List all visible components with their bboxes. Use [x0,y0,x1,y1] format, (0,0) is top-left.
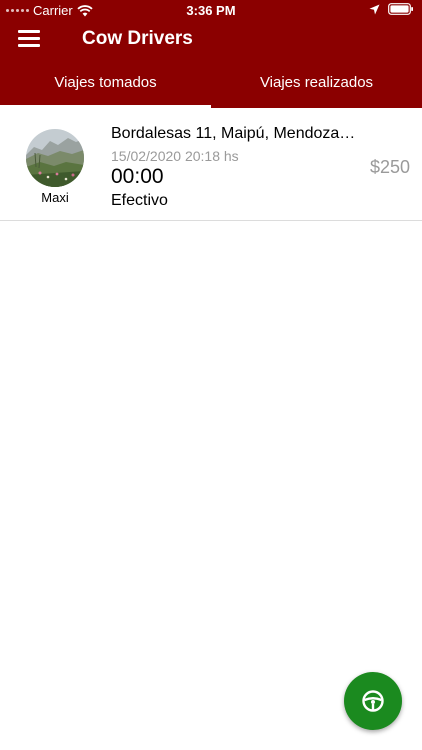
trip-payment-method: Efectivo [111,192,168,209]
app-title: Cow Drivers [82,28,193,49]
toolbar: Cow Drivers [0,22,422,58]
tab-viajes-realizados[interactable]: Viajes realizados [211,62,422,108]
trip-price: $250 [369,157,410,177]
app-header: Carrier 3:36 PM Cow Drivers Viajes tomad… [0,0,422,108]
location-arrow-icon [369,4,380,14]
driver-avatar [26,129,84,187]
status-right [369,3,414,15]
trip-address: Bordalesas 11, Maipú, Mendoza, Argentina [111,125,356,142]
trip-list-item[interactable]: Maxi Bordalesas 11, Maipú, Mendoza, Arge… [0,108,422,221]
steering-wheel-icon [362,690,384,712]
tab-bar: Viajes tomados Viajes realizados [0,62,422,108]
status-time: 3:36 PM [186,3,236,18]
hamburger-menu-icon[interactable] [18,30,40,48]
status-bar: Carrier 3:36 PM [0,0,422,22]
driver-name: Maxi [41,190,69,205]
battery-icon [388,3,413,15]
trip-elapsed-time: 00:00 [111,165,164,188]
tab-viajes-tomados[interactable]: Viajes tomados [0,62,211,108]
trip-datetime: 15/02/2020 20:18 hs [111,148,239,164]
start-driving-button[interactable] [344,672,402,730]
